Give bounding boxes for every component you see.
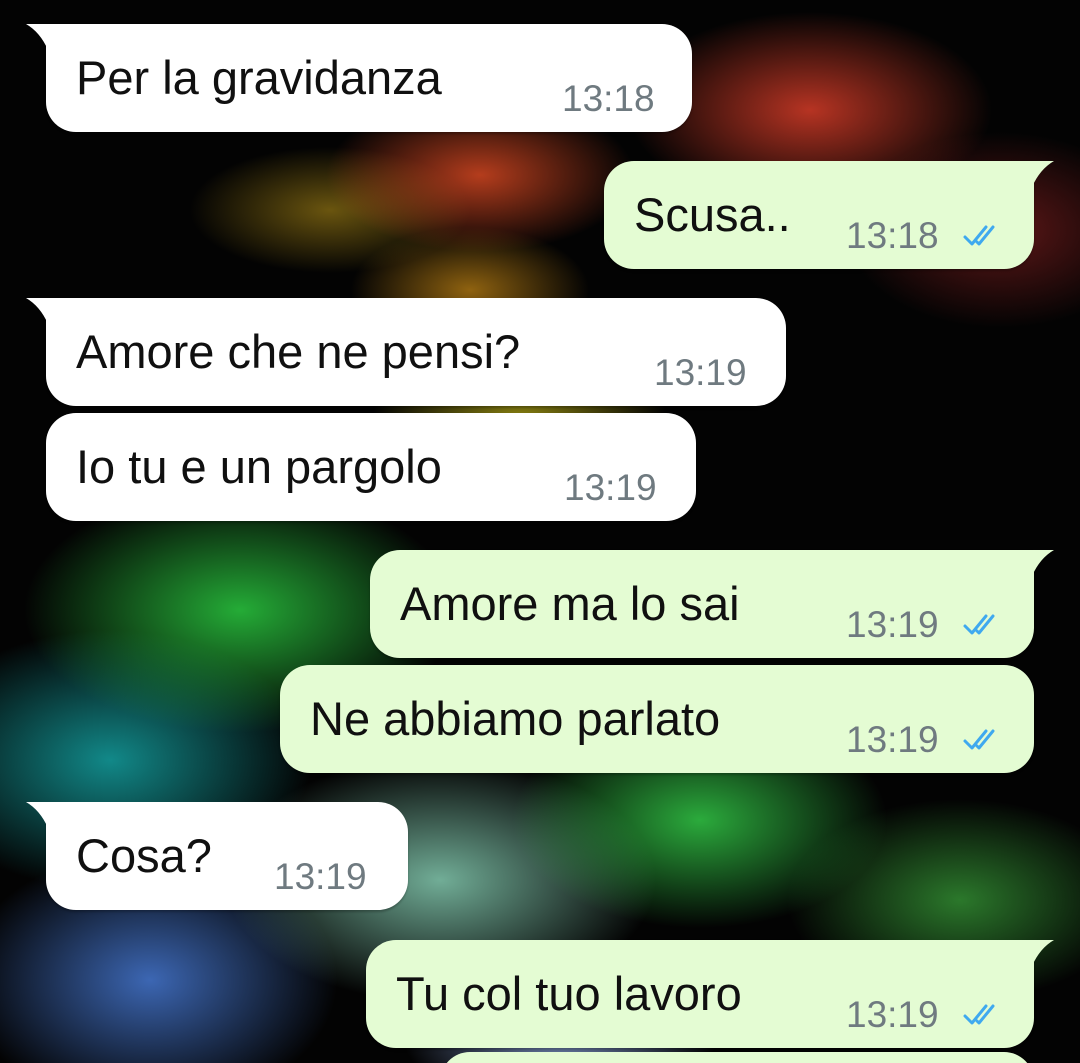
message-bubble-outgoing[interactable]: Ne abbiamo parlato 13:19	[280, 665, 1034, 773]
message-bubble-incoming[interactable]: Per la gravidanza 13:18	[26, 24, 692, 132]
message-bubble-outgoing[interactable]: Tu col tuo lavoro 13:19	[366, 940, 1054, 1048]
message-text: Cosa?	[76, 829, 212, 882]
bubble-tail-icon	[26, 802, 48, 828]
message-text: Amore ma lo sai	[400, 577, 740, 630]
bubble-tail-icon	[26, 298, 48, 324]
read-ticks-icon	[963, 729, 995, 750]
message-text: Tu col tuo lavoro	[396, 967, 742, 1020]
read-ticks-icon	[963, 225, 995, 246]
message-time: 13:19	[654, 352, 747, 393]
message-bubble-incoming[interactable]: Io tu e un pargolo 13:19	[46, 413, 696, 521]
message-bubble-incoming[interactable]: Cosa? 13:19	[26, 802, 408, 910]
message-bubble-incoming[interactable]: Amore che ne pensi? 13:19	[26, 298, 786, 406]
message-time: 13:19	[846, 604, 939, 645]
message-text: Per la gravidanza	[76, 51, 442, 104]
bubble-tail-icon	[1032, 550, 1054, 576]
message-time: 13:18	[562, 78, 655, 119]
message-text: Scusa..	[634, 188, 791, 241]
message-time: 13:19	[564, 467, 657, 508]
message-bubble-outgoing-partial[interactable]	[440, 1052, 1034, 1063]
message-text: Io tu e un pargolo	[76, 440, 442, 493]
message-text: Amore che ne pensi?	[76, 325, 521, 378]
read-ticks-icon	[963, 1004, 995, 1025]
message-bubble-outgoing[interactable]: Scusa.. 13:18	[604, 161, 1054, 269]
read-ticks-icon	[963, 614, 995, 635]
message-text: Ne abbiamo parlato	[310, 692, 721, 745]
message-time: 13:19	[274, 856, 367, 897]
bubble-tail-icon	[26, 24, 48, 50]
message-time: 13:19	[846, 994, 939, 1035]
message-bubble-outgoing[interactable]: Amore ma lo sai 13:19	[370, 550, 1054, 658]
bubble-tail-icon	[1032, 940, 1054, 966]
bubble-tail-icon	[1032, 161, 1054, 187]
message-time: 13:19	[846, 719, 939, 760]
message-time: 13:18	[846, 215, 939, 256]
